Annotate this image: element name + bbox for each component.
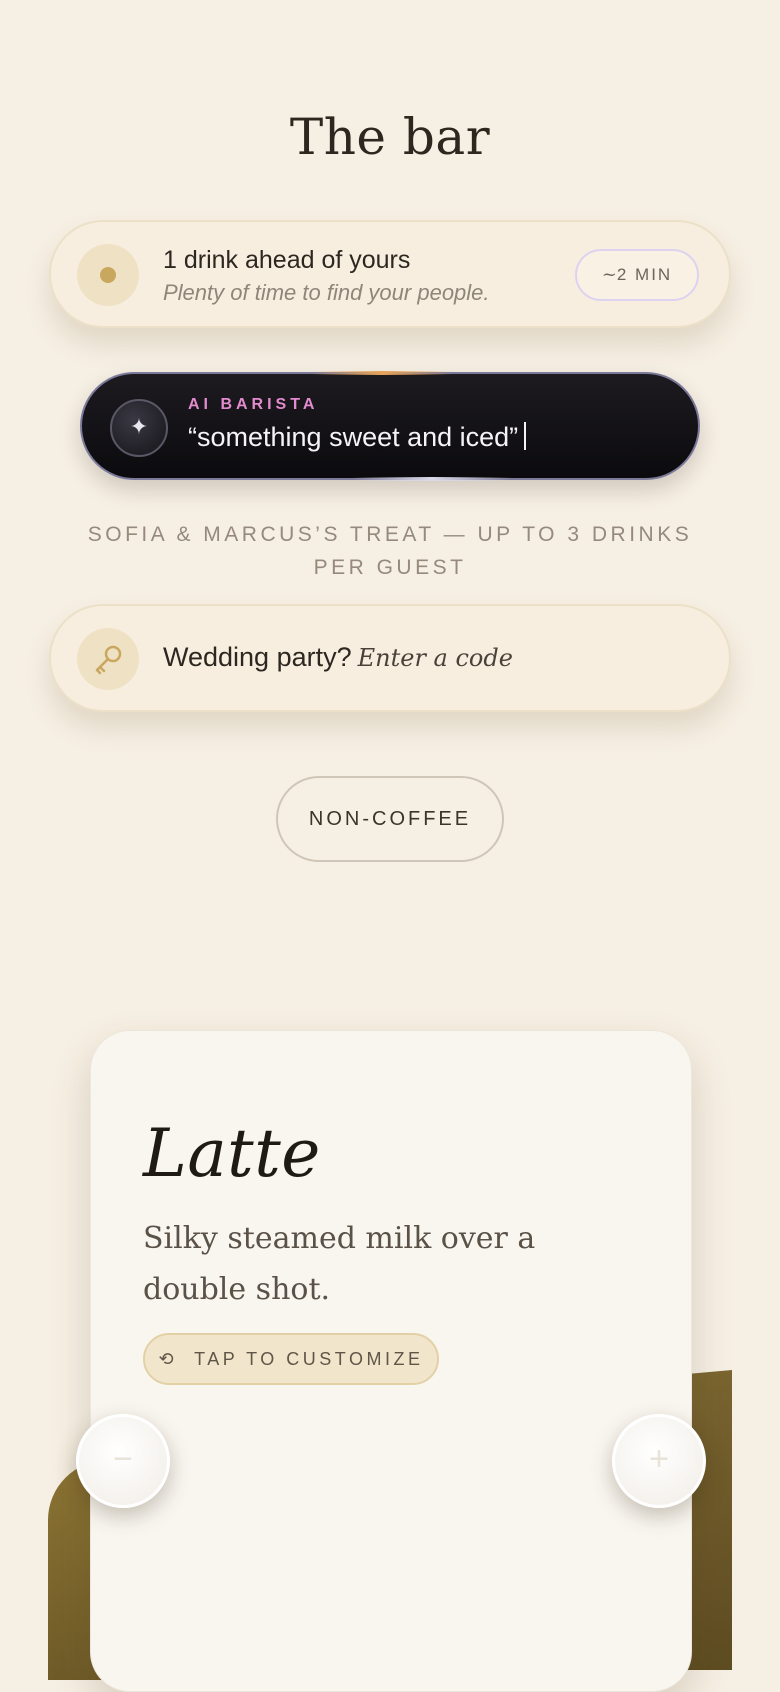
drink-description: Silky steamed milk over a double shot. bbox=[143, 1221, 536, 1307]
text-caret bbox=[524, 422, 527, 450]
page-title: The bar bbox=[289, 108, 491, 166]
treat-banner: SOFIA & MARCUS’S TREAT — UP TO 3 DRINKS … bbox=[87, 523, 693, 579]
enter-code-link[interactable]: Enter a code bbox=[358, 644, 513, 672]
ai-barista-label: AI BARISTA bbox=[188, 396, 319, 413]
key-icon bbox=[77, 628, 139, 690]
drink-name: Latte bbox=[143, 1115, 321, 1192]
queue-indicator-icon bbox=[77, 244, 139, 306]
ai-barista-query[interactable]: “something sweet and iced” bbox=[188, 422, 527, 453]
wedding-code-prompt: Wedding party? bbox=[163, 642, 352, 672]
customize-button[interactable]: ⟲ TAP TO CUSTOMIZE bbox=[143, 1333, 439, 1385]
queue-subtitle: Plenty of time to find your people. bbox=[163, 280, 490, 305]
wedding-code-text[interactable]: Wedding party? Enter a code bbox=[163, 642, 513, 673]
sparkle-icon: ✦ bbox=[110, 399, 168, 457]
eta-value: 2 MIN bbox=[616, 265, 673, 284]
non-coffee-filter-button[interactable]: NON-COFFEE bbox=[276, 776, 504, 862]
drink-card[interactable]: Latte Silky steamed milk over a double s… bbox=[90, 1030, 692, 1692]
customize-label: TAP TO CUSTOMIZE bbox=[194, 1349, 424, 1369]
carousel-next-button[interactable]: + bbox=[612, 1414, 706, 1508]
eta-badge: ~2 MIN bbox=[575, 249, 699, 301]
eta-tilde: ~ bbox=[601, 264, 617, 285]
queue-status-text: 1 drink ahead of yours bbox=[163, 246, 411, 274]
wedding-code-button[interactable]: Wedding party? Enter a code bbox=[49, 604, 731, 712]
queue-status-card: 1 drink ahead of yours Plenty of time to… bbox=[49, 220, 731, 328]
carousel-prev-button[interactable]: − bbox=[76, 1414, 170, 1508]
customize-icon: ⟲ bbox=[158, 1349, 178, 1369]
ai-barista-input[interactable]: ✦ AI BARISTA “something sweet and iced” bbox=[80, 371, 700, 481]
